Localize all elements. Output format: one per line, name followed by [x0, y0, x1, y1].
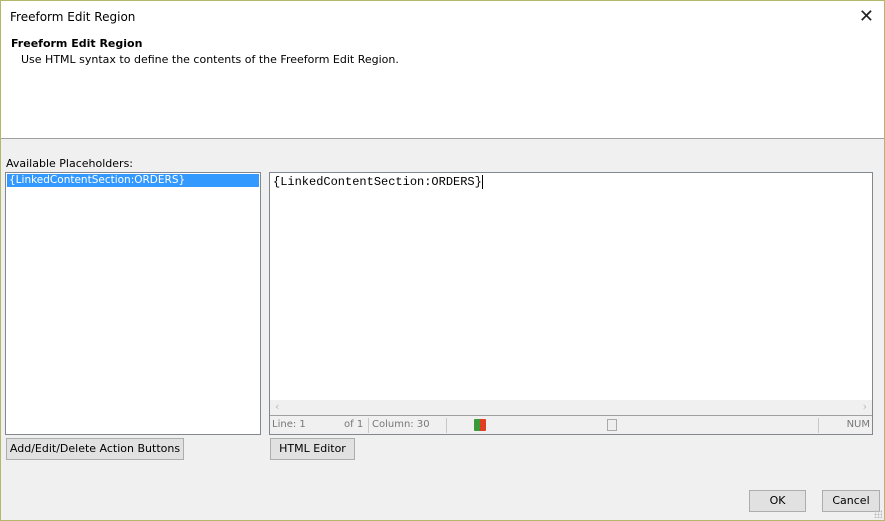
resize-grip-icon[interactable]: [874, 510, 882, 518]
close-icon[interactable]: ✕: [859, 6, 874, 27]
editor-text[interactable]: {LinkedContentSection:ORDERS}: [273, 175, 483, 189]
header-title: Freeform Edit Region: [11, 37, 143, 50]
copy-icon[interactable]: [607, 419, 617, 431]
ok-button[interactable]: OK: [749, 490, 806, 512]
status-bar: Line: 1 of 1 Column: 30 NUM: [270, 415, 872, 434]
title-bar: Freeform Edit Region ✕: [1, 1, 884, 33]
editor-content[interactable]: {LinkedContentSection:ORDERS}: [273, 175, 482, 189]
list-item[interactable]: {LinkedContentSection:ORDERS}: [7, 174, 259, 187]
horizontal-scrollbar[interactable]: ‹ ›: [270, 400, 872, 415]
placeholders-label: Available Placeholders:: [6, 157, 133, 170]
action-buttons-button[interactable]: Add/Edit/Delete Action Buttons: [6, 438, 184, 460]
text-caret: [481, 175, 483, 189]
header-description: Use HTML syntax to define the contents o…: [21, 53, 399, 66]
dialog-window: Freeform Edit Region ✕ Freeform Edit Reg…: [0, 0, 885, 521]
window-title: Freeform Edit Region: [10, 10, 136, 24]
placeholders-list[interactable]: {LinkedContentSection:ORDERS}: [5, 172, 261, 435]
scroll-left-icon[interactable]: ‹: [275, 400, 279, 413]
cancel-button[interactable]: Cancel: [822, 490, 880, 512]
header-panel: Freeform Edit Region Use HTML syntax to …: [1, 33, 884, 139]
scroll-right-icon[interactable]: ›: [863, 400, 867, 413]
html-editor-button[interactable]: HTML Editor: [270, 438, 355, 460]
status-line: Line: 1: [272, 419, 306, 430]
html-editor[interactable]: {LinkedContentSection:ORDERS} ‹ › Line: …: [269, 172, 873, 435]
book-icon[interactable]: [474, 419, 486, 431]
status-line-of: of 1: [344, 419, 364, 430]
status-column: Column: 30: [372, 419, 430, 430]
status-num: NUM: [846, 419, 870, 430]
